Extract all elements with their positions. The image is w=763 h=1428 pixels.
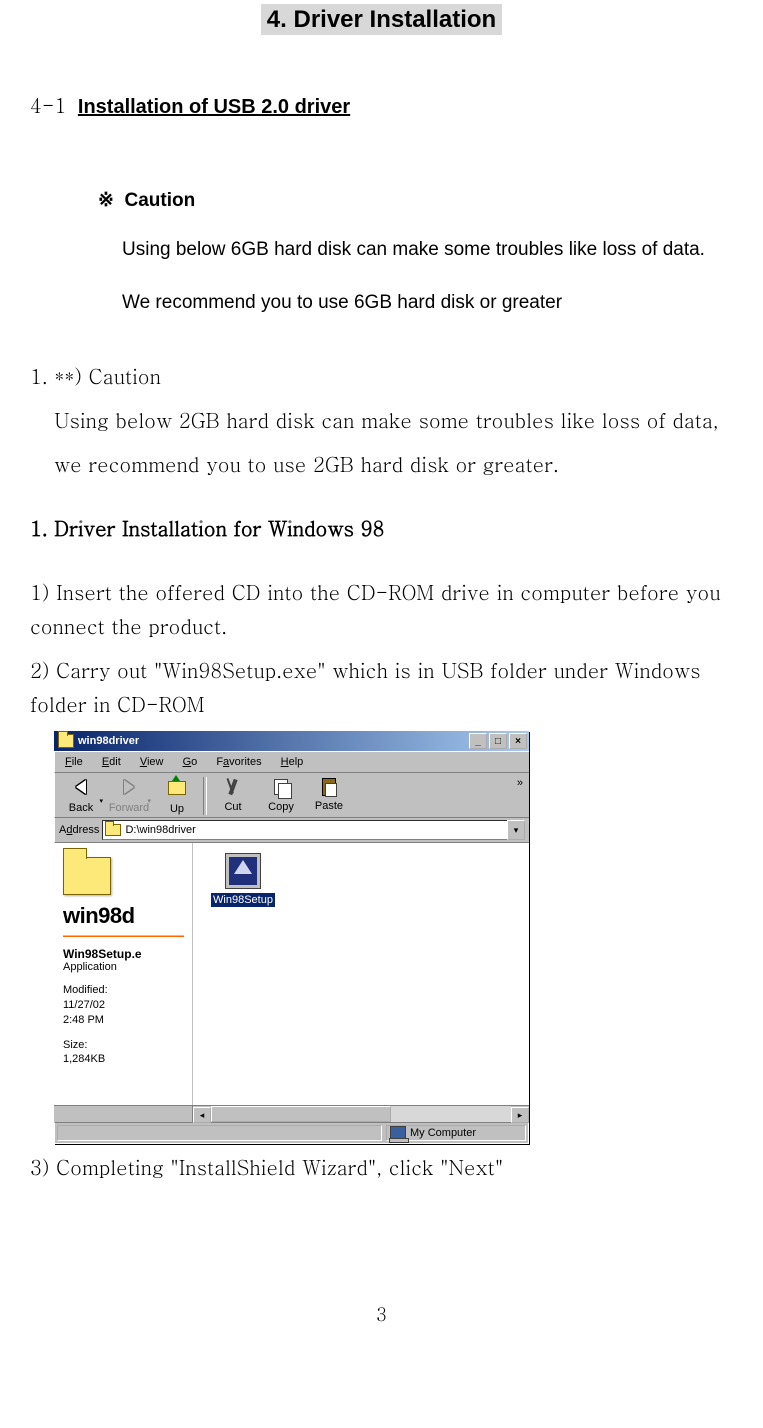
- left-file-name: Win98Setup.e: [63, 947, 184, 961]
- left-modified-date: 11/27/02: [63, 999, 105, 1011]
- left-size-value: 1,284KB: [63, 1053, 105, 1065]
- horizontal-scrollbar: ◂ ▸: [54, 1105, 529, 1122]
- menu-bar: File Edit View Go Favorites Help: [54, 751, 529, 772]
- chapter-title-text: 4. Driver Installation: [261, 4, 502, 35]
- forward-button: Forward ▾: [105, 775, 153, 816]
- left-file-type: Application: [63, 961, 184, 973]
- explorer-window: win98driver _ □ × File Edit View Go Favo…: [54, 731, 529, 1144]
- section-number: 4-1: [30, 90, 66, 119]
- numbered-caution-head: 1. **) Caution: [30, 359, 733, 393]
- up-icon: [167, 781, 187, 801]
- maximize-button[interactable]: □: [489, 733, 507, 749]
- address-dropdown-button[interactable]: ▾: [507, 820, 525, 840]
- back-button[interactable]: Back ▾: [57, 775, 105, 816]
- menu-go[interactable]: Go: [175, 754, 206, 770]
- page-number: 3: [30, 1302, 733, 1327]
- paste-label: Paste: [305, 800, 353, 812]
- scrollbar-spacer: [54, 1106, 193, 1122]
- status-cell-right: My Computer: [386, 1125, 526, 1141]
- scroll-left-button[interactable]: ◂: [193, 1107, 211, 1123]
- menu-file[interactable]: File: [57, 754, 91, 770]
- status-cell-left: [57, 1125, 382, 1141]
- step-1: 1) Insert the offered CD into the CD-ROM…: [30, 575, 733, 643]
- caution-line-1: Using below 6GB hard disk can make some …: [122, 236, 733, 265]
- window-title: win98driver: [78, 735, 467, 747]
- paste-button[interactable]: Paste: [305, 775, 353, 814]
- caution-head: ※ Caution: [98, 190, 195, 211]
- copy-label: Copy: [257, 801, 305, 813]
- left-pane: win98d Win98Setup.e Application Modified…: [55, 843, 193, 1105]
- scroll-track[interactable]: [211, 1106, 511, 1122]
- menu-favorites[interactable]: Favorites: [208, 754, 269, 770]
- close-button[interactable]: ×: [509, 733, 527, 749]
- file-item[interactable]: Win98Setup: [203, 853, 283, 907]
- address-input[interactable]: D:\win98driver: [102, 820, 508, 840]
- numbered-caution-line-2: we recommend you to use 2GB hard disk or…: [30, 447, 733, 481]
- toolbar: Back ▾ Forward ▾ Up Cut Copy: [54, 772, 529, 817]
- left-pane-divider: [63, 935, 184, 937]
- address-folder-icon: [105, 824, 121, 836]
- scroll-thumb[interactable]: [211, 1106, 391, 1122]
- back-dropdown-icon[interactable]: ▾: [99, 797, 103, 805]
- application-icon: [225, 853, 261, 889]
- cut-button[interactable]: Cut: [209, 775, 257, 815]
- address-label: Address: [59, 824, 99, 836]
- paste-icon: [319, 778, 339, 798]
- left-pane-folder-icon: [63, 857, 111, 895]
- section-title: Installation of USB 2.0 driver: [78, 96, 350, 118]
- forward-label: Forward: [105, 802, 153, 814]
- scroll-right-button[interactable]: ▸: [511, 1107, 529, 1123]
- left-modified: Modified: 11/27/02 2:48 PM: [63, 983, 184, 1028]
- left-size: Size: 1,284KB: [63, 1038, 184, 1068]
- status-bar: My Computer: [54, 1122, 529, 1144]
- caution-block: ※ Caution Using below 6GB hard disk can …: [98, 189, 733, 317]
- copy-icon: [271, 779, 291, 799]
- up-button[interactable]: Up: [153, 775, 201, 817]
- copy-button[interactable]: Copy: [257, 775, 305, 815]
- sub-heading: 1. Driver Installation for Windows 98: [30, 511, 733, 545]
- section-heading: 4-1 Installation of USB 2.0 driver: [30, 90, 733, 119]
- titlebar[interactable]: win98driver _ □ ×: [54, 731, 529, 751]
- computer-icon: [390, 1126, 406, 1140]
- toolbar-overflow-button[interactable]: »: [513, 775, 527, 791]
- minimize-button[interactable]: _: [469, 733, 487, 749]
- cut-label: Cut: [209, 801, 257, 813]
- forward-dropdown-icon: ▾: [147, 797, 151, 805]
- menu-edit[interactable]: Edit: [94, 754, 129, 770]
- address-value: D:\win98driver: [125, 824, 195, 836]
- toolbar-separator: [203, 777, 207, 815]
- left-pane-title: win98d: [63, 903, 184, 929]
- back-arrow-icon: [71, 780, 91, 800]
- menu-view[interactable]: View: [132, 754, 172, 770]
- caution-title: Caution: [124, 190, 195, 211]
- numbered-caution-line-1: Using below 2GB hard disk can make some …: [30, 403, 733, 437]
- left-modified-time: 2:48 PM: [63, 1014, 104, 1026]
- cut-icon: [223, 779, 243, 799]
- step-2: 2) Carry out "Win98Setup.exe" which is i…: [30, 653, 733, 721]
- caution-symbol: ※: [98, 190, 114, 211]
- up-label: Up: [153, 803, 201, 815]
- status-location: My Computer: [410, 1127, 476, 1139]
- step-3: 3) Completing "InstallShield Wizard", cl…: [30, 1150, 733, 1184]
- address-bar: Address D:\win98driver ▾: [54, 817, 529, 842]
- back-label: Back: [57, 802, 105, 814]
- folder-icon: [58, 734, 74, 748]
- forward-arrow-icon: [119, 780, 139, 800]
- menu-help[interactable]: Help: [273, 754, 312, 770]
- chapter-title: 4. Driver Installation: [30, 6, 733, 34]
- caution-line-2: We recommend you to use 6GB hard disk or…: [122, 289, 733, 318]
- file-label: Win98Setup: [211, 893, 275, 907]
- explorer-body: win98d Win98Setup.e Application Modified…: [54, 842, 529, 1105]
- file-list-pane[interactable]: Win98Setup: [193, 843, 529, 1105]
- left-size-label: Size:: [63, 1039, 87, 1051]
- left-modified-label: Modified:: [63, 984, 108, 996]
